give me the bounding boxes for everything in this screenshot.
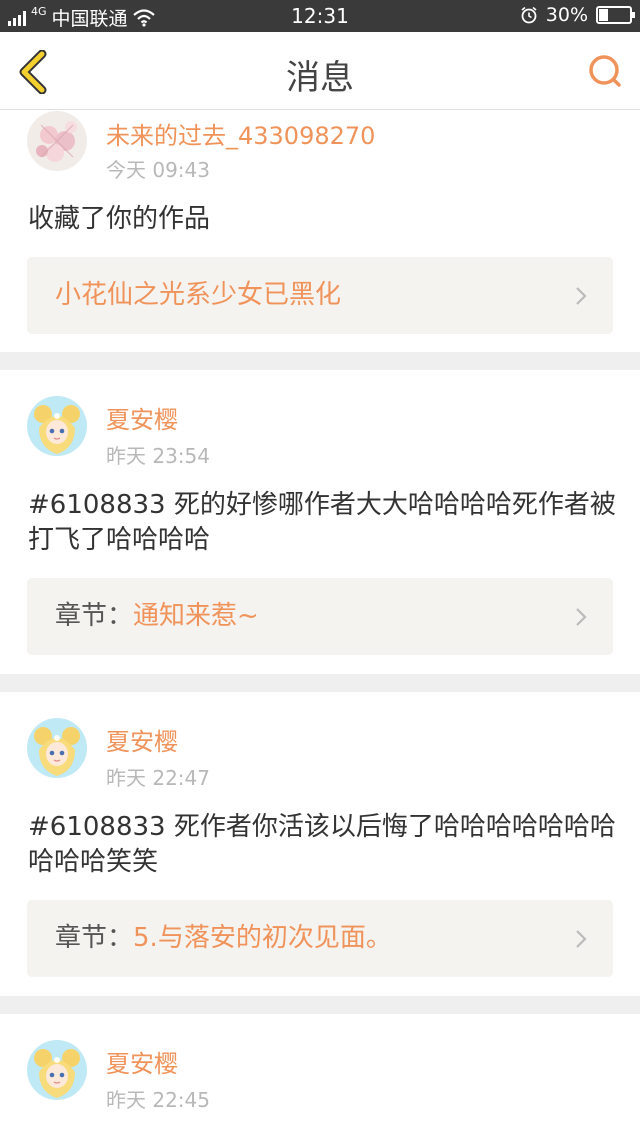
status-right: 30% — [520, 4, 635, 26]
search-icon[interactable] — [586, 52, 626, 92]
username[interactable]: 夏安樱 — [106, 400, 178, 435]
work-link-text: 小花仙之光系少女已黑化 — [55, 257, 341, 334]
chevron-right-icon — [576, 608, 587, 626]
ref-prefix: 章节： — [55, 923, 134, 953]
battery-percent: 30% — [545, 4, 588, 26]
avatar[interactable] — [27, 111, 87, 171]
avatar[interactable] — [27, 396, 87, 456]
nav-bar: 消息 — [0, 32, 640, 110]
alarm-icon — [521, 6, 537, 24]
status-bar: 4G 中国联通 12:31 30% — [0, 0, 640, 32]
message-time: 今天 09:43 — [106, 158, 210, 182]
username[interactable]: 未来的过去_433098270 — [106, 116, 375, 151]
chapter-link[interactable]: 章节：通知来惹~ — [27, 578, 613, 655]
battery-level — [599, 9, 608, 21]
message-card: 夏安樱 昨天 22:47 #6108833 死作者你活该以后悔了哈哈哈哈哈哈哈哈… — [0, 692, 640, 996]
chapter-title: 5.与落安的初次见面。 — [133, 923, 392, 953]
message-text: 收藏了你的作品 — [28, 204, 211, 234]
message-list: 未来的过去_433098270 今天 09:43 收藏了你的作品 小花仙之光系少… — [0, 110, 640, 1138]
work-title: 小花仙之光系少女已黑化 — [55, 280, 342, 310]
message-time: 昨天 22:47 — [106, 766, 210, 790]
chevron-right-icon — [576, 287, 587, 305]
avatar[interactable] — [27, 1040, 87, 1100]
ref-prefix: 章节： — [55, 601, 134, 631]
username[interactable]: 夏安樱 — [106, 1044, 178, 1079]
page-title: 消息 — [286, 58, 354, 98]
message-text: #6108833 死作者你活该以后悔了哈哈哈哈哈哈哈哈哈哈笑笑 — [28, 812, 616, 877]
chapter-link-text: 章节：通知来惹~ — [55, 578, 259, 655]
message-card: 夏安樱 昨天 22:45 — [0, 1014, 640, 1138]
chevron-right-icon — [576, 930, 587, 948]
chapter-link[interactable]: 章节：5.与落安的初次见面。 — [27, 900, 613, 977]
message-time: 昨天 23:54 — [106, 444, 210, 468]
message-time: 昨天 22:45 — [106, 1088, 210, 1112]
work-link[interactable]: 小花仙之光系少女已黑化 — [27, 257, 613, 334]
message-text: #6108833 死的好惨哪作者大大哈哈哈哈死作者被打飞了哈哈哈哈 — [28, 490, 616, 555]
battery-icon — [596, 6, 635, 24]
message-card: 夏安樱 昨天 23:54 #6108833 死的好惨哪作者大大哈哈哈哈死作者被打… — [0, 370, 640, 674]
message-card: 未来的过去_433098270 今天 09:43 收藏了你的作品 小花仙之光系少… — [0, 110, 640, 352]
chapter-title: 通知来惹~ — [133, 601, 259, 631]
username[interactable]: 夏安樱 — [106, 722, 178, 757]
chapter-link-text: 章节：5.与落安的初次见面。 — [55, 900, 392, 977]
avatar[interactable] — [27, 718, 87, 778]
